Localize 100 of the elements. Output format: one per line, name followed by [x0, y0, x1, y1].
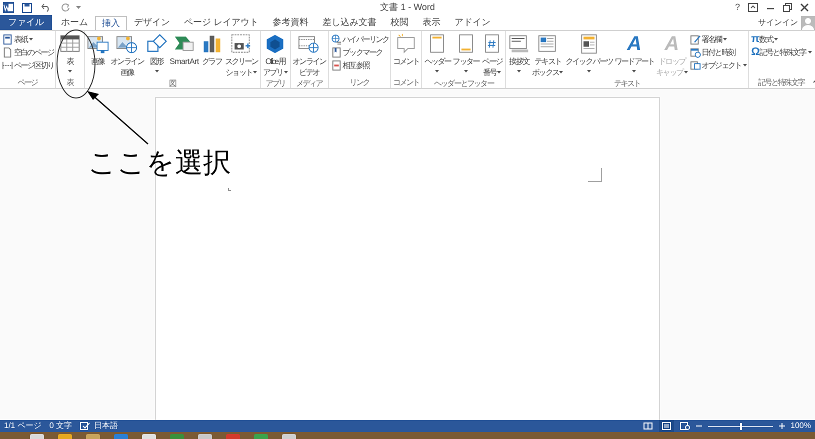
calendar-icon [690, 47, 701, 58]
table-icon [58, 33, 81, 55]
restore-icon [783, 3, 792, 12]
customize-icon [76, 6, 81, 9]
ribbon-button[interactable]: 署名欄 [690, 33, 728, 46]
ribbon-button[interactable]: ページ 番号 [480, 33, 504, 78]
symbol-icon: A [664, 33, 680, 55]
caret-icon [154, 70, 159, 73]
taskbar-app-icon[interactable] [58, 434, 72, 439]
zoom-out-icon [696, 423, 702, 429]
ribbon-tab[interactable]: ホーム [54, 15, 95, 30]
ribbon-button[interactable]: クイック パーツ [564, 33, 614, 73]
caret-icon [517, 70, 522, 73]
taskbar-app-icon[interactable] [142, 434, 156, 439]
save-icon [22, 2, 32, 12]
shapes-icon [146, 33, 168, 55]
online-picture-icon [116, 33, 138, 55]
ribbon-tab[interactable]: アドイン [448, 15, 498, 30]
ribbon-tab[interactable]: 差し込み文書 [316, 15, 384, 30]
caret-icon [497, 71, 502, 74]
taskbar-app-icon[interactable] [226, 434, 240, 439]
ribbon-button[interactable]: SmartArt [168, 33, 200, 67]
ribbon-button[interactable]: グラフ [200, 33, 224, 67]
hexagon-icon [264, 33, 286, 55]
ribbon-button[interactable]: 表 [58, 33, 82, 73]
taskbar-app-icon[interactable] [198, 434, 212, 439]
group-label: 記号と特殊文字 [756, 77, 806, 88]
signature-icon [690, 34, 701, 45]
ribbon-button[interactable]: ハイパーリンク [330, 33, 389, 46]
ribbon-tab[interactable]: 参考資料 [266, 15, 316, 30]
screenshot-icon [230, 33, 252, 55]
ribbon-button[interactable]: オブジェクト [690, 59, 748, 72]
caret-icon [774, 38, 778, 41]
ribbon-button[interactable]: オンライン ビデオ [292, 33, 327, 78]
taskbar-app-icon[interactable] [86, 434, 100, 439]
file-tab[interactable]: ファイル [0, 15, 52, 30]
ribbon-button[interactable]: フッター [452, 33, 480, 73]
bookmark-icon [330, 47, 342, 58]
sign-in-link[interactable]: サインイン [758, 16, 798, 28]
read-mode-icon [642, 422, 653, 430]
ribbon-button[interactable]: 相互参照 [330, 59, 370, 72]
group-label: コメント [392, 77, 420, 88]
ribbon-tab[interactable]: 校閲 [384, 15, 416, 30]
ribbon-button[interactable]: ブックマーク [330, 46, 382, 59]
zoom-level[interactable]: 100% [790, 420, 811, 432]
ribbon-button[interactable]: Ω記号と特殊文字 [751, 46, 812, 59]
caret-icon [743, 64, 748, 67]
caret-icon [559, 71, 564, 74]
caret-icon [253, 71, 257, 74]
ribbon-button[interactable]: 空白のページ [2, 46, 54, 59]
zoom-in-icon [778, 423, 785, 429]
print-layout-icon [662, 422, 671, 430]
ribbon-button[interactable]: オンライン 画像 [110, 33, 145, 78]
video-icon [298, 33, 320, 55]
arrow [87, 91, 149, 145]
text-box-icon [536, 33, 559, 55]
taskbar-app-icon[interactable] [30, 434, 44, 439]
proofing-icon [80, 422, 90, 430]
ribbon-button[interactable]: 表紙 [2, 33, 34, 46]
group-label: テキスト [612, 78, 642, 89]
group-label: 図 [168, 78, 178, 89]
ribbon-button[interactable]: 図形 [144, 33, 169, 73]
caret-icon [586, 70, 591, 73]
ribbon-tab[interactable]: 挿入 [95, 16, 127, 31]
group-label: リンク [348, 77, 370, 88]
caret-icon [632, 70, 636, 73]
caret-icon [284, 71, 288, 74]
ribbon-tab[interactable]: デザイン [127, 15, 177, 30]
ribbon-button[interactable]: ヘッダー [423, 33, 452, 73]
ribbon-button[interactable]: π数式 [751, 33, 778, 46]
caret-icon [435, 70, 440, 73]
zoom-slider-thumb[interactable] [740, 422, 742, 430]
ribbon-display-icon [748, 3, 758, 12]
ribbon-button[interactable]: ページ区切り [2, 59, 54, 72]
ribbon-button[interactable]: A ワードアート [614, 33, 656, 73]
taskbar-app-icon[interactable] [254, 434, 268, 439]
page-break-icon [2, 60, 13, 71]
page-count[interactable]: 1/1 ページ [4, 420, 42, 432]
ribbon-button[interactable]: 挨拶文 [507, 33, 532, 73]
ribbon-button[interactable]: 日付と時刻 [690, 46, 735, 59]
picture-icon [86, 33, 109, 55]
close-icon [800, 3, 809, 12]
ribbon-tab[interactable]: 表示 [416, 15, 448, 30]
word-count[interactable]: 0 文字 [49, 420, 72, 432]
object-icon [690, 60, 701, 71]
taskbar-app-icon[interactable] [170, 434, 184, 439]
ribbon-button[interactable]: テキスト ボックス [531, 33, 564, 78]
ribbon-button[interactable]: コメント [392, 33, 420, 67]
group-label: ヘッダーとフッター [432, 78, 495, 89]
ribbon-button[interactable]: Office 用 アプリ [262, 33, 289, 78]
ribbon-tab[interactable]: ページ レイアウト [177, 15, 266, 30]
group-label: アプリ [264, 78, 286, 89]
paragraph-mark-icon [228, 188, 231, 191]
language-indicator[interactable]: 日本語 [94, 420, 118, 432]
app-icon [3, 2, 14, 13]
taskbar-app-icon[interactable] [114, 434, 128, 439]
group-label: 表 [65, 77, 74, 88]
help-button[interactable]: ? [734, 0, 740, 14]
taskbar-app-icon[interactable] [282, 434, 296, 439]
ribbon-button[interactable]: スクリーン ショット [224, 33, 259, 78]
